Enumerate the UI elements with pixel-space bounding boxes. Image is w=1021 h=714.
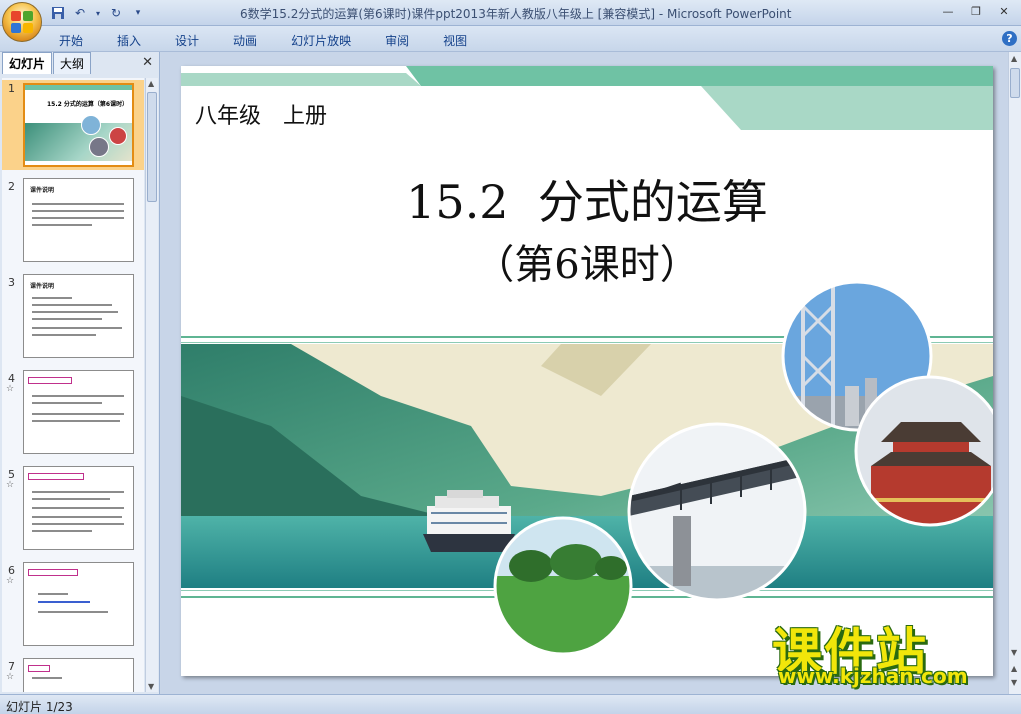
thumbnail-list: 1 15.2 分式的运算（第6课时） 2 课件说明 3 课件说明 4 ☆ 5 ☆… bbox=[2, 78, 144, 692]
quick-access-toolbar: ↶ ▾ ↻ ▾ bbox=[50, 4, 146, 22]
restore-button[interactable]: ❐ bbox=[963, 2, 989, 20]
tab-home[interactable]: 开始 bbox=[48, 30, 94, 51]
redo-icon[interactable]: ↻ bbox=[108, 5, 124, 21]
tab-slideshow[interactable]: 幻灯片放映 bbox=[280, 30, 362, 51]
thumbnail-title: 课件说明 bbox=[30, 187, 55, 194]
slide-background-art bbox=[181, 66, 993, 656]
current-slide[interactable]: 八年级 上册 15.2 分式的运算 （第6课时） bbox=[181, 66, 993, 676]
help-icon[interactable]: ? bbox=[1002, 31, 1017, 46]
thumbnail-preview: 15.2 分式的运算（第6课时） bbox=[23, 83, 134, 167]
thumbnail-number: 3 bbox=[8, 276, 15, 289]
undo-icon[interactable]: ↶ bbox=[72, 5, 88, 21]
next-slide-icon[interactable]: ▼ bbox=[1011, 678, 1017, 687]
scrollbar-thumb[interactable] bbox=[1010, 68, 1020, 98]
animation-icon: ☆ bbox=[6, 384, 15, 394]
slide-grade-label: 八年级 上册 bbox=[195, 104, 328, 129]
tab-slides[interactable]: 幻灯片 bbox=[2, 52, 53, 74]
thumbnail-1[interactable]: 1 15.2 分式的运算（第6课时） bbox=[2, 80, 144, 170]
thumbnail-title: 课件说明 bbox=[30, 283, 55, 290]
slide-subtitle: （第6课时） bbox=[474, 242, 700, 288]
animation-icon: ☆ bbox=[6, 480, 15, 490]
save-icon[interactable] bbox=[50, 5, 66, 21]
thumbnail-preview bbox=[23, 370, 134, 454]
thumbnail-preview: 课件说明 bbox=[23, 178, 134, 262]
scroll-down-icon[interactable]: ▼ bbox=[1011, 648, 1017, 657]
customize-qat-icon[interactable]: ▾ bbox=[130, 5, 146, 21]
close-pane-icon[interactable]: ✕ bbox=[142, 55, 153, 70]
title-bar: ↶ ▾ ↻ ▾ 6数学15.2分式的运算(第6课时)课件ppt2013年新人教版… bbox=[0, 0, 1021, 26]
thumbnail-preview bbox=[23, 658, 134, 692]
slide-editing-area: 八年级 上册 15.2 分式的运算 （第6课时） bbox=[161, 52, 1008, 694]
previous-slide-icon[interactable]: ▲ bbox=[1011, 664, 1017, 673]
thumbnail-scrollbar[interactable]: ▲ ▼ bbox=[145, 78, 158, 692]
status-bar: 幻灯片 1/23 bbox=[0, 694, 1021, 714]
scrollbar-thumb[interactable] bbox=[147, 92, 157, 202]
tab-animation[interactable]: 动画 bbox=[222, 30, 268, 51]
ribbon: 开始 插入 设计 动画 幻灯片放映 审阅 视图 ? bbox=[0, 26, 1021, 52]
thumbnail-preview: 课件说明 bbox=[23, 274, 134, 358]
thumbnail-number: 2 bbox=[8, 180, 15, 193]
scroll-up-icon[interactable]: ▲ bbox=[148, 79, 154, 88]
slides-pane: 幻灯片 大纲 ✕ 1 15.2 分式的运算（第6课时） 2 课件说明 3 课件说… bbox=[0, 52, 160, 694]
thumbnail-title: 15.2 分式的运算（第6课时） bbox=[47, 101, 129, 108]
close-button[interactable]: ✕ bbox=[991, 2, 1017, 20]
tab-view[interactable]: 视图 bbox=[432, 30, 478, 51]
slide-scrollbar[interactable]: ▲ ▼ ▲ ▼ bbox=[1008, 52, 1021, 694]
watermark-url: www.kjzhan.com bbox=[778, 664, 968, 688]
tab-design[interactable]: 设计 bbox=[164, 30, 210, 51]
scroll-up-icon[interactable]: ▲ bbox=[1011, 54, 1017, 63]
minimize-button[interactable]: — bbox=[935, 2, 961, 20]
slide-counter: 幻灯片 1/23 bbox=[6, 700, 73, 714]
thumbnail-number: 1 bbox=[8, 82, 15, 95]
thumbnail-preview bbox=[23, 466, 134, 550]
tab-review[interactable]: 审阅 bbox=[374, 30, 420, 51]
animation-icon: ☆ bbox=[6, 672, 15, 682]
office-logo-icon bbox=[11, 11, 33, 33]
office-button[interactable] bbox=[2, 2, 42, 42]
thumbnail-preview bbox=[23, 562, 134, 646]
undo-dropdown-icon[interactable]: ▾ bbox=[94, 5, 102, 21]
tab-outline[interactable]: 大纲 bbox=[53, 52, 92, 74]
window-title: 6数学15.2分式的运算(第6课时)课件ppt2013年新人教版八年级上 [兼容… bbox=[240, 7, 792, 21]
tab-insert[interactable]: 插入 bbox=[106, 30, 152, 51]
slide-title: 15.2 分式的运算 bbox=[406, 175, 768, 229]
animation-icon: ☆ bbox=[6, 576, 15, 586]
scroll-down-icon[interactable]: ▼ bbox=[148, 682, 154, 691]
